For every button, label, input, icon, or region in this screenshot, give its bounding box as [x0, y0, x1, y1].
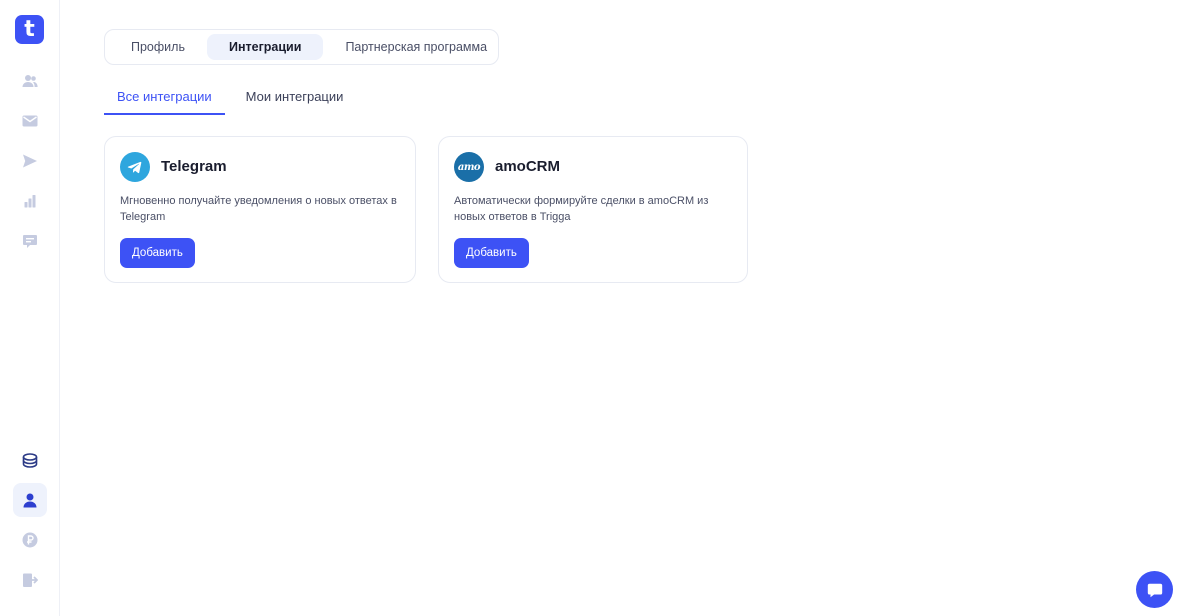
logout-icon[interactable] [18, 568, 42, 592]
chat-icon [1147, 583, 1162, 597]
mail-icon[interactable] [18, 109, 42, 133]
amocrm-logo-text: amo [457, 161, 481, 173]
card-title: amoCRM [495, 158, 561, 175]
integration-card-amocrm: amo amoCRM Автоматически формируйте сдел… [438, 136, 748, 283]
message-icon[interactable] [18, 229, 42, 253]
user-icon[interactable] [13, 483, 47, 517]
tab-integrations[interactable]: Интеграции [206, 34, 324, 60]
bar-chart-icon[interactable] [18, 189, 42, 213]
send-icon[interactable] [18, 149, 42, 173]
subtab-all-integrations[interactable]: Все интеграции [104, 84, 225, 115]
card-description: Автоматически формируйте сделки в amoCRM… [454, 195, 709, 223]
telegram-icon [120, 152, 150, 182]
settings-tabs: Профиль Интеграции Партнерская программа [104, 29, 499, 65]
amocrm-icon: amo [454, 152, 484, 182]
tab-partner-program[interactable]: Партнерская программа [323, 34, 509, 60]
ruble-icon[interactable] [18, 528, 42, 552]
coins-icon[interactable] [18, 448, 42, 472]
integration-card-telegram: Telegram Мгновенно получайте уведомления… [104, 136, 416, 283]
add-amocrm-button[interactable]: Добавить [454, 238, 529, 268]
tab-profile[interactable]: Профиль [109, 34, 207, 60]
app-logo[interactable]: t [15, 15, 44, 44]
integrations-subtabs: Все интеграции Мои интеграции [104, 84, 356, 115]
card-title: Telegram [161, 158, 227, 175]
users-icon[interactable] [18, 69, 42, 93]
subtab-my-integrations[interactable]: Мои интеграции [233, 84, 357, 115]
sidebar: t [0, 0, 60, 616]
card-description: Мгновенно получайте уведомления о новых … [120, 195, 397, 223]
add-telegram-button[interactable]: Добавить [120, 238, 195, 268]
chat-button[interactable] [1136, 571, 1173, 608]
